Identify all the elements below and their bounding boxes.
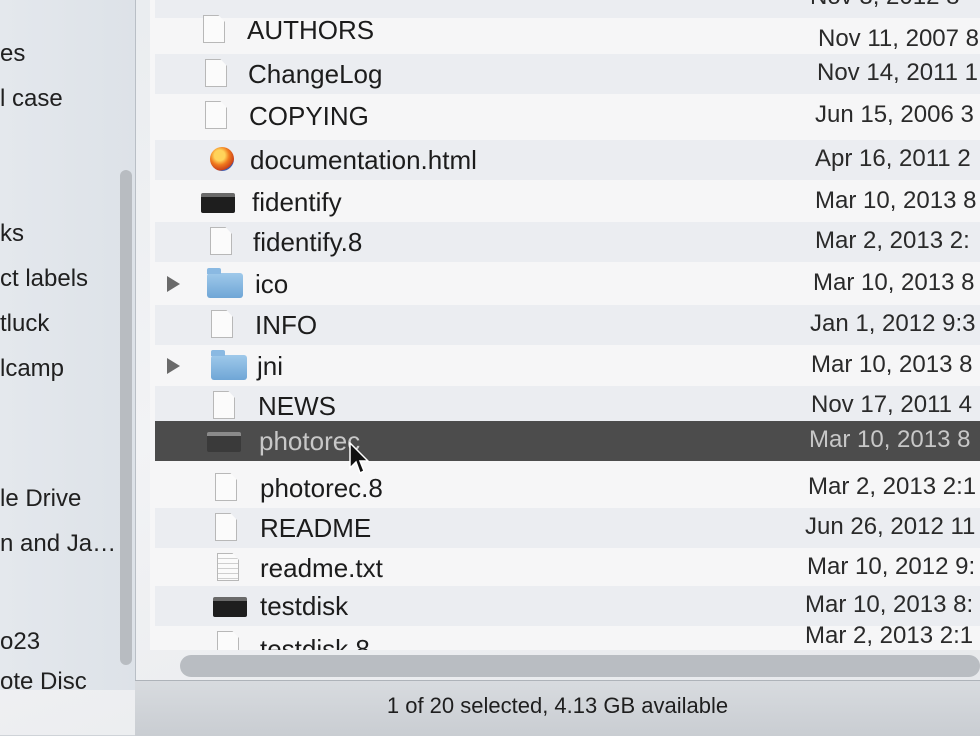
modified-date: Mar 10, 2013 8 [809,426,971,453]
file-row[interactable]: fidentify Mar 10, 2013 8 [155,182,980,222]
modified-date: Mar 10, 2013 8 [813,269,975,296]
folder-icon [207,268,243,298]
file-row[interactable]: readme.txt Mar 10, 2012 9: [155,548,980,588]
file-name: jni [257,351,284,381]
file-name: fidentify.8 [253,227,363,257]
executable-icon [213,597,247,617]
file-name: COPYING [249,101,369,131]
file-list: Nov 3, 2012 8 AUTHORS Nov 11, 2007 8 Cha… [150,0,980,650]
modified-date: Jun 26, 2012 11 [805,513,976,540]
file-name: testdisk.8 [260,634,370,650]
status-bar: 1 of 20 selected, 4.13 GB available [135,680,980,736]
disclosure-triangle-icon[interactable] [167,358,180,374]
executable-icon [201,193,235,213]
file-row[interactable]: INFO Jan 1, 2012 9:3 [155,305,980,345]
modified-date: Mar 10, 2013 8 [815,187,977,214]
file-row[interactable]: NEWS Nov 17, 2011 4 [155,386,980,426]
file-row-partial[interactable]: testdisk.8 Mar 2, 2013 2:1 [155,622,980,650]
modified-date: Mar 10, 2013 8 [811,351,973,378]
file-name: readme.txt [260,553,383,583]
file-row[interactable]: AUTHORS Nov 11, 2007 8 [155,10,980,52]
sidebar-item[interactable]: o23 [0,628,40,656]
sidebar-item[interactable]: ote Disc [0,668,87,690]
file-row[interactable]: jni Mar 10, 2013 8 [155,346,980,386]
file-name: ico [255,269,289,299]
folder-icon [211,350,247,380]
modified-date: Nov 14, 2011 1 [817,59,979,86]
modified-date: Mar 10, 2012 9: [807,553,976,580]
file-row[interactable]: fidentify.8 Mar 2, 2013 2: [155,222,980,262]
document-icon [205,101,227,129]
document-icon [213,391,235,419]
file-name: NEWS [258,391,336,421]
file-name: AUTHORS [247,15,375,45]
document-icon [215,473,237,501]
modified-date: Apr 16, 2011 2 [815,145,971,172]
modified-date: Mar 10, 2013 8: [805,591,974,618]
modified-date: Nov 11, 2007 8 [818,25,980,52]
sidebar-scrollbar[interactable] [120,170,132,665]
modified-date: Mar 2, 2013 2:1 [808,473,977,500]
text-document-icon [217,553,239,581]
sidebar-item[interactable]: le Drive [0,485,81,513]
sidebar: es l case ks ct labels tluck lcamp le Dr… [0,0,136,690]
firefox-icon [210,147,234,171]
file-name: ChangeLog [248,59,383,89]
file-name: photorec [259,426,361,456]
modified-date: Nov 17, 2011 4 [811,391,973,418]
file-row[interactable]: ico Mar 10, 2013 8 [155,264,980,304]
file-row[interactable]: COPYING Jun 15, 2006 3 [155,96,980,136]
file-row[interactable]: testdisk Mar 10, 2013 8: [155,586,980,626]
file-row[interactable]: photorec.8 Mar 2, 2013 2:1 [155,468,980,508]
document-icon [217,631,239,650]
sidebar-item[interactable]: n and Ja… [0,530,116,558]
executable-icon [207,432,241,452]
file-name: INFO [255,310,318,340]
modified-date: Mar 2, 2013 2: [815,227,970,254]
mouse-cursor-icon [349,442,369,475]
file-name: README [260,513,372,543]
horizontal-scrollbar[interactable] [180,655,980,677]
sidebar-item[interactable]: ks [0,220,24,248]
sidebar-item[interactable]: ct labels [0,265,88,293]
sidebar-item[interactable]: lcamp [0,355,64,383]
document-icon [210,227,232,255]
file-row[interactable]: README Jun 26, 2012 11 [155,508,980,548]
disclosure-triangle-icon[interactable] [167,276,180,292]
document-icon [215,513,237,541]
sidebar-item[interactable]: tluck [0,310,49,338]
document-icon [211,310,233,338]
modified-date: Jun 15, 2006 3 [815,101,974,128]
file-row-selected[interactable]: photorec Mar 10, 2013 8 [155,421,980,461]
sidebar-item[interactable]: es [0,40,25,68]
file-name: photorec.8 [260,473,383,503]
file-name: fidentify [252,187,342,217]
document-icon [205,59,227,87]
file-row[interactable]: documentation.html Apr 16, 2011 2 [155,140,980,180]
file-name: testdisk [260,591,349,621]
document-icon [203,15,225,43]
sidebar-item[interactable]: l case [0,85,63,113]
modified-date: Mar 2, 2013 2:1 [805,622,974,649]
finder-window: es l case ks ct labels tluck lcamp le Dr… [0,0,980,736]
file-name: documentation.html [250,145,477,175]
modified-date: Jan 1, 2012 9:3 [810,310,976,337]
file-row[interactable]: ChangeLog Nov 14, 2011 1 [155,54,980,94]
status-text: 1 of 20 selected, 4.13 GB available [386,693,729,718]
